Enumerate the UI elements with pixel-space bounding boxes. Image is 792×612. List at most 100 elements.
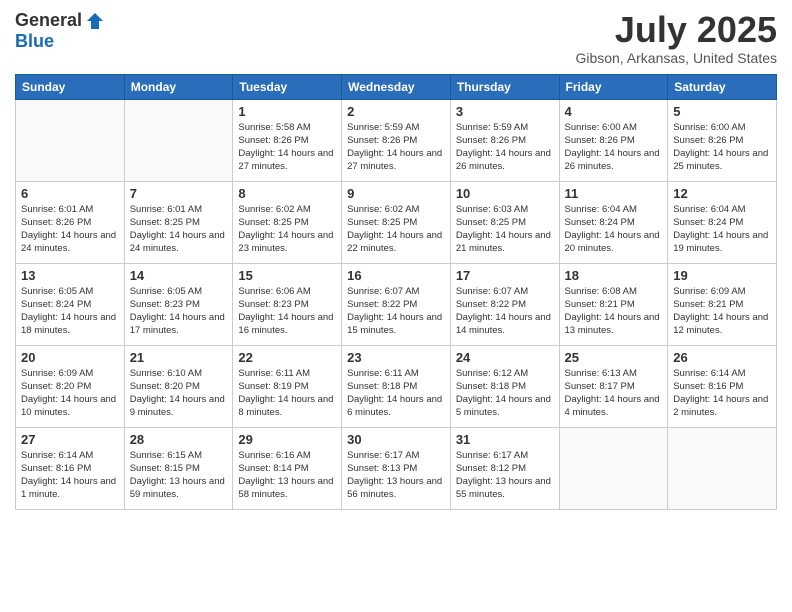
day-number: 7 [130,186,228,201]
day-number: 8 [238,186,336,201]
calendar-day-cell: 19Sunrise: 6:09 AMSunset: 8:21 PMDayligh… [668,263,777,345]
calendar-day-cell: 20 Sunrise: 6:09 AMSunset: 8:20 PMDayligh… [16,345,125,427]
weekday-header: Wednesday [342,74,451,99]
calendar-day-cell: 1Sunrise: 5:58 AMSunset: 8:26 PMDaylight… [233,99,342,181]
weekday-header: Tuesday [233,74,342,99]
weekday-header: Saturday [668,74,777,99]
calendar-day-cell: 25 Sunrise: 6:13 AMSunset: 8:17 PMDayligh… [559,345,668,427]
day-info: Sunrise: 6:12 AMSunset: 8:18 PMDaylight:… [456,367,554,420]
day-info: Sunrise: 6:09 AMSunset: 8:20 PMDaylight:… [21,367,119,420]
calendar-day-cell: 16Sunrise: 6:07 AMSunset: 8:22 PMDayligh… [342,263,451,345]
day-info: Sunrise: 6:00 AMSunset: 8:26 PMDaylight:… [673,121,771,174]
day-number: 26 [673,350,771,365]
page: General Blue July 2025 Gibson, Arkansas,… [0,0,792,612]
weekday-header-row: SundayMondayTuesdayWednesdayThursdayFrid… [16,74,777,99]
logo: General Blue [15,10,105,52]
calendar-day-cell [668,427,777,509]
header: General Blue July 2025 Gibson, Arkansas,… [15,10,777,66]
day-number: 14 [130,268,228,283]
calendar-day-cell: 22 Sunrise: 6:11 AMSunset: 8:19 PMDayligh… [233,345,342,427]
day-number: 9 [347,186,445,201]
day-number: 16 [347,268,445,283]
day-info: Sunrise: 6:03 AMSunset: 8:25 PMDaylight:… [456,203,554,256]
calendar-week-row: 13 Sunrise: 6:05 AMSunset: 8:24 PMDayligh… [16,263,777,345]
day-number: 30 [347,432,445,447]
day-number: 15 [238,268,336,283]
calendar-day-cell: 27 Sunrise: 6:14 AMSunset: 8:16 PMDayligh… [16,427,125,509]
calendar-day-cell: 9 Sunrise: 6:02 AMSunset: 8:25 PMDaylight… [342,181,451,263]
day-info: Sunrise: 6:05 AMSunset: 8:24 PMDaylight:… [21,285,119,338]
calendar-day-cell: 13 Sunrise: 6:05 AMSunset: 8:24 PMDayligh… [16,263,125,345]
day-number: 2 [347,104,445,119]
day-number: 17 [456,268,554,283]
calendar-day-cell: 10 Sunrise: 6:03 AMSunset: 8:25 PMDayligh… [450,181,559,263]
day-info: Sunrise: 6:11 AMSunset: 8:18 PMDaylight:… [347,367,445,420]
calendar-day-cell: 14Sunrise: 6:05 AMSunset: 8:23 PMDayligh… [124,263,233,345]
day-info: Sunrise: 6:00 AMSunset: 8:26 PMDaylight:… [565,121,663,174]
day-number: 4 [565,104,663,119]
day-number: 20 [21,350,119,365]
calendar-day-cell: 4 Sunrise: 6:00 AMSunset: 8:26 PMDaylight… [559,99,668,181]
day-info: Sunrise: 6:07 AMSunset: 8:22 PMDaylight:… [456,285,554,338]
day-number: 19 [673,268,771,283]
calendar-day-cell [124,99,233,181]
day-info: Sunrise: 5:58 AMSunset: 8:26 PMDaylight:… [238,121,336,174]
day-info: Sunrise: 6:01 AMSunset: 8:26 PMDaylight:… [21,203,119,256]
day-number: 28 [130,432,228,447]
day-number: 27 [21,432,119,447]
calendar-day-cell: 3 Sunrise: 5:59 AMSunset: 8:26 PMDaylight… [450,99,559,181]
calendar-day-cell: 21 Sunrise: 6:10 AMSunset: 8:20 PMDayligh… [124,345,233,427]
weekday-header: Monday [124,74,233,99]
day-info: Sunrise: 6:10 AMSunset: 8:20 PMDaylight:… [130,367,228,420]
day-number: 24 [456,350,554,365]
calendar-day-cell: 30 Sunrise: 6:17 AMSunset: 8:13 PMDayligh… [342,427,451,509]
weekday-header: Thursday [450,74,559,99]
calendar-day-cell: 23 Sunrise: 6:11 AMSunset: 8:18 PMDayligh… [342,345,451,427]
day-number: 13 [21,268,119,283]
day-info: Sunrise: 6:15 AMSunset: 8:15 PMDaylight:… [130,449,228,502]
calendar-day-cell [16,99,125,181]
day-number: 18 [565,268,663,283]
day-number: 3 [456,104,554,119]
day-info: Sunrise: 6:04 AMSunset: 8:24 PMDaylight:… [673,203,771,256]
day-info: Sunrise: 6:08 AMSunset: 8:21 PMDaylight:… [565,285,663,338]
day-number: 21 [130,350,228,365]
day-info: Sunrise: 6:04 AMSunset: 8:24 PMDaylight:… [565,203,663,256]
day-info: Sunrise: 6:17 AMSunset: 8:13 PMDaylight:… [347,449,445,502]
calendar-week-row: 20 Sunrise: 6:09 AMSunset: 8:20 PMDayligh… [16,345,777,427]
day-info: Sunrise: 6:11 AMSunset: 8:19 PMDaylight:… [238,367,336,420]
month-title: July 2025 [575,10,777,50]
calendar-day-cell: 15Sunrise: 6:06 AMSunset: 8:23 PMDayligh… [233,263,342,345]
logo-general-text: General [15,10,82,31]
day-info: Sunrise: 6:01 AMSunset: 8:25 PMDaylight:… [130,203,228,256]
calendar-day-cell: 31Sunrise: 6:17 AMSunset: 8:12 PMDayligh… [450,427,559,509]
calendar-day-cell [559,427,668,509]
day-info: Sunrise: 6:14 AMSunset: 8:16 PMDaylight:… [673,367,771,420]
day-info: Sunrise: 6:02 AMSunset: 8:25 PMDaylight:… [347,203,445,256]
day-info: Sunrise: 5:59 AMSunset: 8:26 PMDaylight:… [347,121,445,174]
day-number: 25 [565,350,663,365]
calendar-week-row: 27 Sunrise: 6:14 AMSunset: 8:16 PMDayligh… [16,427,777,509]
day-number: 22 [238,350,336,365]
day-number: 10 [456,186,554,201]
calendar-day-cell: 6 Sunrise: 6:01 AMSunset: 8:26 PMDaylight… [16,181,125,263]
day-number: 11 [565,186,663,201]
day-info: Sunrise: 5:59 AMSunset: 8:26 PMDaylight:… [456,121,554,174]
day-number: 5 [673,104,771,119]
calendar-day-cell: 18 Sunrise: 6:08 AMSunset: 8:21 PMDayligh… [559,263,668,345]
day-number: 23 [347,350,445,365]
calendar-day-cell: 2 Sunrise: 5:59 AMSunset: 8:26 PMDaylight… [342,99,451,181]
logo-icon [85,11,105,31]
weekday-header: Friday [559,74,668,99]
logo-blue-text: Blue [15,31,54,52]
day-info: Sunrise: 6:16 AMSunset: 8:14 PMDaylight:… [238,449,336,502]
calendar-day-cell: 7 Sunrise: 6:01 AMSunset: 8:25 PMDaylight… [124,181,233,263]
calendar-day-cell: 28 Sunrise: 6:15 AMSunset: 8:15 PMDayligh… [124,427,233,509]
calendar-day-cell: 24 Sunrise: 6:12 AMSunset: 8:18 PMDayligh… [450,345,559,427]
day-info: Sunrise: 6:13 AMSunset: 8:17 PMDaylight:… [565,367,663,420]
calendar-week-row: 1Sunrise: 5:58 AMSunset: 8:26 PMDaylight… [16,99,777,181]
day-number: 6 [21,186,119,201]
calendar-day-cell: 26 Sunrise: 6:14 AMSunset: 8:16 PMDayligh… [668,345,777,427]
day-info: Sunrise: 6:14 AMSunset: 8:16 PMDaylight:… [21,449,119,502]
day-info: Sunrise: 6:17 AMSunset: 8:12 PMDaylight:… [456,449,554,502]
